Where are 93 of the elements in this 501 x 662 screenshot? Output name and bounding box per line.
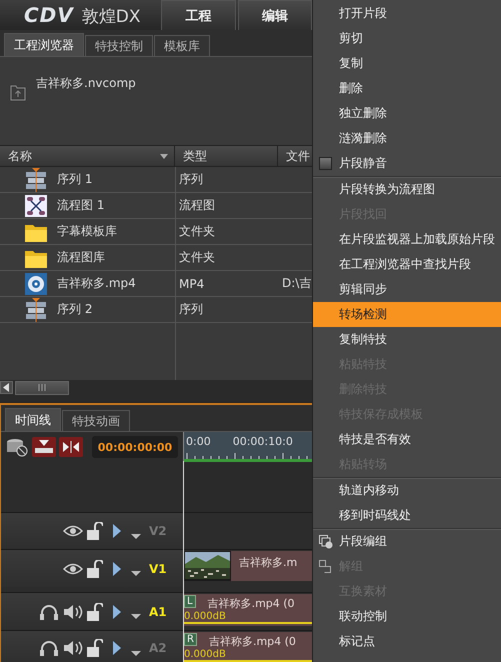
clip-title: 吉祥称多.m bbox=[238, 555, 298, 571]
table-cell: 序列 bbox=[179, 171, 203, 188]
gain-label: 0.000dB bbox=[184, 649, 226, 660]
dropdown-caret-icon bbox=[131, 650, 141, 656]
disk-icon bbox=[5, 437, 29, 457]
scrollbar-thumb[interactable] bbox=[15, 380, 69, 394]
menu-button[interactable]: 工程 bbox=[161, 0, 236, 30]
lift-button[interactable] bbox=[32, 437, 56, 457]
menu-item[interactable]: 剪辑同步 bbox=[313, 277, 501, 302]
menu-button[interactable]: 编辑 bbox=[238, 0, 312, 30]
sort-caret-icon bbox=[160, 154, 168, 158]
menu-item[interactable]: 涟漪删除 bbox=[313, 126, 501, 151]
timecode: 00:00:00:00 bbox=[92, 436, 178, 458]
dropdown-caret-icon bbox=[131, 571, 141, 576]
sequence-icon bbox=[24, 298, 48, 322]
play-triangle-icon bbox=[113, 604, 121, 618]
track-name: A2 bbox=[149, 641, 168, 655]
ruler-label: 0:00 bbox=[186, 434, 211, 448]
column-header[interactable]: 名称 bbox=[8, 148, 32, 164]
menu-item[interactable]: 特技是否有效 bbox=[313, 427, 501, 452]
tab[interactable]: 时间线 bbox=[5, 408, 61, 431]
group-icon bbox=[319, 535, 333, 549]
ungroup-icon bbox=[319, 560, 333, 574]
menu-item[interactable]: 标记点 bbox=[313, 629, 501, 654]
unlocked-padlock-icon bbox=[87, 639, 103, 657]
play-triangle-icon bbox=[113, 524, 121, 538]
project-file-name: 吉祥称多.nvcomp bbox=[36, 75, 136, 92]
menu-item[interactable]: 复制特技 bbox=[313, 327, 501, 352]
menu-item[interactable]: 打开片段 bbox=[313, 1, 501, 26]
headphones-icon bbox=[39, 640, 59, 656]
menu-item[interactable]: 片段静音 bbox=[313, 151, 501, 176]
unlocked-padlock-icon bbox=[87, 602, 103, 620]
play-triangle-icon bbox=[113, 562, 121, 576]
menu-item[interactable]: 片段转换为流程图 bbox=[313, 177, 501, 202]
item-name[interactable]: 序列 1 bbox=[57, 171, 92, 188]
table-cell: 流程图 bbox=[179, 197, 215, 214]
folder-up-icon bbox=[10, 83, 26, 101]
item-name[interactable]: 序列 2 bbox=[57, 301, 92, 318]
tab[interactable]: 工程浏览器 bbox=[4, 33, 84, 56]
table-cell: 序列 bbox=[179, 301, 203, 318]
menu-item[interactable]: 删除 bbox=[313, 76, 501, 101]
item-name[interactable]: 流程图 1 bbox=[57, 197, 104, 214]
product-name: 敦煌DX bbox=[80, 6, 142, 29]
column-header[interactable]: 类型 bbox=[175, 146, 278, 166]
dropdown-caret-icon bbox=[131, 534, 141, 538]
unlocked-padlock-icon bbox=[87, 560, 103, 578]
gain-label: 0.000dB bbox=[184, 611, 226, 622]
clip-title: 吉祥称多.mp4 (0 bbox=[206, 596, 295, 611]
video-clip[interactable]: 吉祥称多.m bbox=[184, 551, 312, 581]
menu-item[interactable]: 移到时码线处 bbox=[313, 503, 501, 528]
menu-item[interactable]: 在片段监视器上加载原始片段 bbox=[313, 227, 501, 252]
menu-item[interactable]: 联动控制 bbox=[313, 604, 501, 629]
split-button[interactable] bbox=[59, 437, 83, 457]
speaker-icon bbox=[63, 641, 83, 655]
track-name: V1 bbox=[149, 562, 168, 576]
clip-title: 吉祥称多.mp4 (0 bbox=[208, 634, 296, 649]
audio-clip[interactable]: R 吉祥称多.mp4 (0 0.000dB bbox=[184, 632, 312, 661]
unlocked-padlock-icon bbox=[87, 522, 103, 540]
table-cell: MP4 bbox=[179, 276, 204, 290]
table-cell: 文件夹 bbox=[179, 249, 215, 266]
track-name: A1 bbox=[149, 604, 168, 618]
eye-icon bbox=[63, 562, 83, 574]
checkbox[interactable] bbox=[319, 157, 332, 170]
track-name: V2 bbox=[149, 524, 168, 538]
item-name[interactable]: 吉祥称多.mp4 bbox=[57, 275, 136, 292]
item-name[interactable]: 流程图库 bbox=[57, 249, 105, 266]
menu-item[interactable]: 剪切 bbox=[313, 26, 501, 51]
audio-clip[interactable]: L 吉祥称多.mp4 (0 0.000dB bbox=[184, 594, 312, 626]
speaker-icon bbox=[63, 604, 83, 618]
headphones-icon bbox=[39, 604, 59, 620]
ruler-label: 00:00:10:0 bbox=[232, 434, 293, 448]
tab[interactable]: 特技动画 bbox=[62, 410, 130, 431]
tab[interactable]: 特技控制 bbox=[85, 35, 153, 56]
menu-item[interactable]: 片段编组 bbox=[313, 529, 501, 554]
table-cell: D:\吉 bbox=[282, 275, 312, 292]
menu-item[interactable]: 独立删除 bbox=[313, 101, 501, 126]
logo: CDV bbox=[23, 2, 74, 29]
eye-icon bbox=[63, 525, 83, 537]
sequence-icon bbox=[24, 168, 48, 192]
menu-item[interactable]: 轨道内移动 bbox=[313, 478, 501, 503]
table-cell: 文件夹 bbox=[179, 223, 215, 240]
dropdown-caret-icon bbox=[131, 614, 141, 619]
menu-item[interactable]: 在工程浏览器中查找片段 bbox=[313, 252, 501, 277]
flowchart-icon bbox=[24, 194, 48, 218]
channel-badge: L bbox=[184, 595, 196, 608]
menu-item[interactable]: 转场检测 bbox=[313, 302, 501, 327]
item-name[interactable]: 字幕模板库 bbox=[57, 223, 117, 240]
scroll-left-button[interactable] bbox=[0, 381, 13, 394]
media-icon bbox=[24, 272, 48, 296]
tab[interactable]: 模板库 bbox=[154, 35, 210, 56]
menu-item[interactable]: 复制 bbox=[313, 51, 501, 76]
play-triangle-icon bbox=[113, 641, 121, 655]
channel-badge: R bbox=[184, 633, 197, 646]
